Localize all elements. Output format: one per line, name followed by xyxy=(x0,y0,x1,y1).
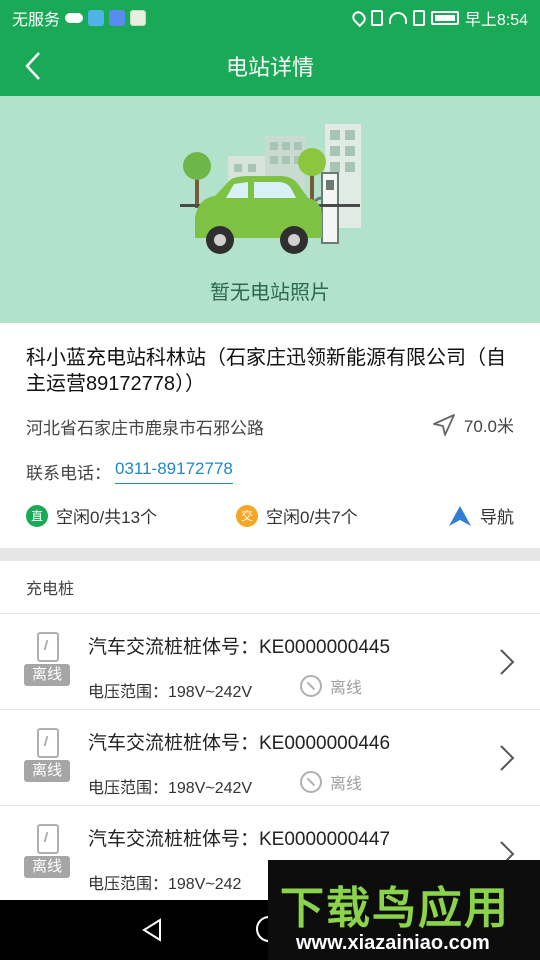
plug-shape xyxy=(37,728,59,758)
carrier-text: 无服务 xyxy=(12,12,61,29)
navigate-arrow-icon xyxy=(449,505,471,526)
ac-availability: 交 空闲0/共7个 xyxy=(236,503,358,528)
offline-tag: 离线 xyxy=(24,664,70,686)
pile-voltage-range: 电压范围：198V~242V xyxy=(88,780,253,797)
vibrate-icon xyxy=(370,10,383,26)
system-back-icon[interactable] xyxy=(138,916,166,944)
ac-availability-text: 空闲0/共7个 xyxy=(266,508,358,527)
dc-availability: 直 空闲0/共13个 xyxy=(26,503,157,528)
navigate-label: 导航 xyxy=(480,508,514,527)
pile-title: 汽车交流桩桩体号：KE0000000447 xyxy=(88,829,391,850)
dc-badge: 直 xyxy=(26,504,48,527)
piles-section-title: 充电桩 xyxy=(0,561,540,614)
pile-state: 离线 xyxy=(300,770,362,794)
status-left: 无服务 xyxy=(12,6,147,30)
battery-icon xyxy=(430,11,459,25)
pile-list-item[interactable]: 离线 汽车交流桩桩体号：KE0000000446 电压范围：198V~242V … xyxy=(0,710,540,806)
watermark-logo: 下载鸟应用 www.xiazainiao.com xyxy=(268,860,540,960)
electric-car-illustration xyxy=(180,124,361,254)
wifi-icon xyxy=(388,12,407,24)
status-bar: 无服务 早上8:54 xyxy=(0,0,540,36)
station-photo-placeholder: 暂无电站照片 xyxy=(0,96,540,323)
navigate-button[interactable]: 导航 xyxy=(448,503,514,528)
charger-plug-icon: 离线 xyxy=(24,632,70,688)
section-divider xyxy=(0,548,540,561)
distance-value: 70.0米 xyxy=(463,417,514,436)
watermark-title: 下载鸟应用 xyxy=(280,884,510,933)
pile-state-text: 离线 xyxy=(330,680,363,697)
station-info-card: 科小蓝充电站科林站（石家庄迅领新能源有限公司（自主运营89172778）） 河北… xyxy=(0,323,540,548)
phone-label: 联系电话： xyxy=(26,464,111,483)
cloud-icon xyxy=(65,13,84,23)
charger-plug-icon: 离线 xyxy=(24,824,70,880)
pile-title: 汽车交流桩桩体号：KE0000000445 xyxy=(88,637,391,658)
station-distance: 70.0米 xyxy=(432,412,514,437)
ac-badge: 交 xyxy=(236,504,258,527)
plug-shape xyxy=(37,824,59,854)
phone-link[interactable]: 0311-89172778 xyxy=(115,459,233,484)
station-address: 河北省石家庄市鹿泉市石邪公路 xyxy=(26,419,264,438)
navigation-arrow-icon xyxy=(433,413,455,436)
music-app-icon xyxy=(109,10,126,26)
sim-alert-icon xyxy=(412,10,425,26)
pile-list-item[interactable]: 离线 汽车交流桩桩体号：KE0000000445 电压范围：198V~242V … xyxy=(0,614,540,710)
chevron-right-icon xyxy=(500,649,515,675)
offline-state-icon xyxy=(300,771,322,793)
pile-voltage-range: 电压范围：198V~242 xyxy=(88,876,242,893)
status-right: 早上8:54 xyxy=(349,6,528,30)
offline-tag: 离线 xyxy=(24,856,70,878)
chevron-right-icon xyxy=(500,745,515,771)
contact-phone-row: 联系电话： 0311-89172778 xyxy=(26,459,233,484)
pile-title: 汽车交流桩桩体号：KE0000000446 xyxy=(88,733,391,754)
offline-tag: 离线 xyxy=(24,760,70,782)
app-header: 电站详情 xyxy=(0,36,540,96)
map-app-icon xyxy=(130,10,147,26)
offline-state-icon xyxy=(300,675,322,697)
chevron-left-icon xyxy=(25,52,40,80)
no-photo-caption: 暂无电站照片 xyxy=(210,282,330,304)
station-name: 科小蓝充电站科林站（石家庄迅领新能源有限公司（自主运营89172778）） xyxy=(26,347,506,395)
dc-availability-text: 空闲0/共13个 xyxy=(56,508,158,527)
page-title: 电站详情 xyxy=(225,55,314,80)
pile-voltage-range: 电压范围：198V~242V xyxy=(88,684,253,701)
charger-plug-icon: 离线 xyxy=(24,728,70,784)
watermark-url: www.xiazainiao.com xyxy=(296,932,490,954)
app-notification-icon xyxy=(88,10,105,26)
plug-shape xyxy=(37,632,59,662)
location-icon xyxy=(349,8,369,28)
pile-state: 离线 xyxy=(300,674,362,698)
pile-state-text: 离线 xyxy=(330,776,363,793)
back-button[interactable] xyxy=(16,49,50,83)
clock-text: 早上8:54 xyxy=(464,12,528,29)
